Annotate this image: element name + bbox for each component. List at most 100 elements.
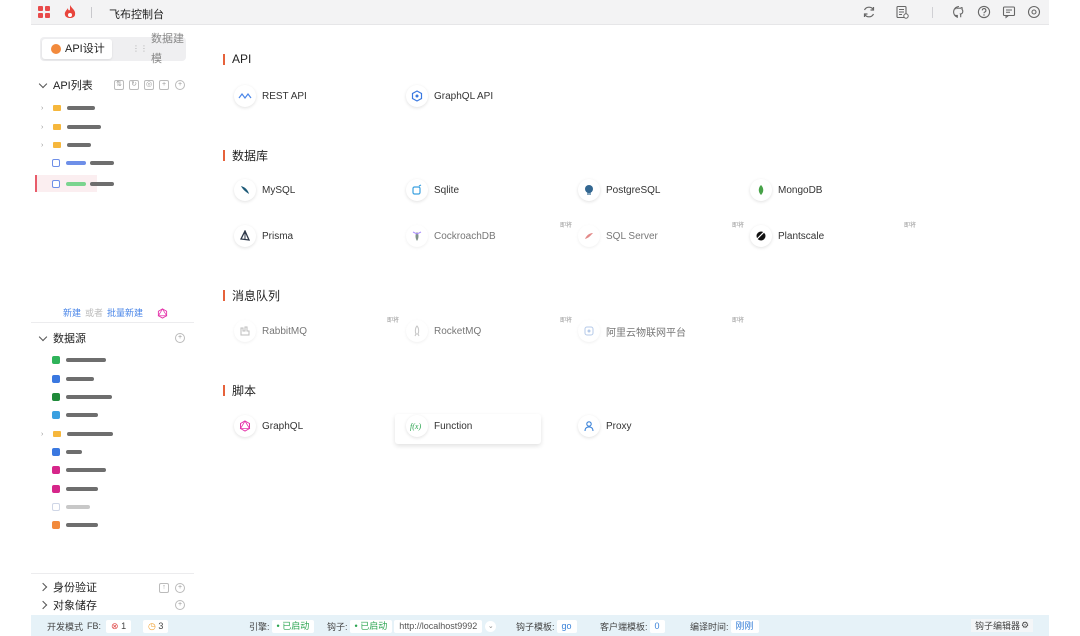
option-function[interactable]: f(x) Function bbox=[406, 413, 472, 439]
storage-header[interactable]: 对象储存 bbox=[38, 597, 97, 613]
refresh-list-icon[interactable]: ↻ bbox=[129, 80, 139, 90]
datasource-icon bbox=[52, 411, 60, 419]
tab-data-modeling[interactable]: ⋮⋮ 数据建模 bbox=[116, 33, 184, 65]
option-proxy[interactable]: Proxy bbox=[578, 413, 632, 439]
datasource-icon bbox=[52, 485, 60, 493]
option-label: Sqlite bbox=[434, 184, 460, 196]
graphql-icon[interactable] bbox=[157, 308, 168, 319]
option-label: Proxy bbox=[606, 420, 632, 432]
add-api-icon[interactable]: + bbox=[175, 80, 185, 90]
option-planetscale[interactable]: Plantscale bbox=[750, 223, 824, 249]
section-title-text: API bbox=[232, 52, 252, 66]
client-template-pill[interactable]: 0 bbox=[649, 619, 665, 633]
engine-label: 引擎: bbox=[249, 621, 270, 632]
option-label: MongoDB bbox=[778, 184, 823, 196]
dropdown-icon[interactable]: ⌄ bbox=[485, 620, 497, 632]
option-rocketmq[interactable]: RocketMQ bbox=[406, 318, 481, 344]
error-count[interactable]: ⊗ 1 bbox=[104, 619, 132, 633]
datasource-icon bbox=[52, 503, 60, 511]
datasource-icon bbox=[52, 393, 60, 401]
option-mysql[interactable]: MySQL bbox=[234, 177, 295, 203]
option-mongodb[interactable]: MongoDB bbox=[750, 177, 822, 203]
list-item[interactable] bbox=[52, 373, 94, 385]
list-item[interactable] bbox=[52, 391, 112, 403]
datasource-header[interactable]: 数据源 bbox=[38, 330, 86, 346]
window-title: 飞布控制台 bbox=[109, 9, 164, 21]
option-sqlite[interactable]: Sqlite bbox=[406, 177, 459, 203]
add-storage-icon[interactable]: + bbox=[175, 600, 185, 610]
status-dot-icon: • bbox=[354, 620, 358, 631]
cockroachdb-icon bbox=[406, 225, 428, 247]
option-cockroachdb[interactable]: CockroachDB bbox=[406, 223, 496, 249]
add-folder-icon[interactable]: + bbox=[159, 80, 169, 90]
auth-header[interactable]: 身份验证 bbox=[38, 579, 97, 595]
item-name-redacted bbox=[66, 413, 98, 417]
storage-label: 对象储存 bbox=[53, 600, 97, 612]
item-name-redacted bbox=[67, 143, 91, 147]
api-file-icon bbox=[52, 159, 60, 167]
list-item[interactable] bbox=[52, 519, 98, 531]
datasource-icon bbox=[52, 375, 60, 383]
hook-editor-label: 钩子编辑器 bbox=[975, 621, 1021, 631]
engine-status: 引擎: • 已启动 bbox=[249, 619, 315, 633]
datasource-icon bbox=[52, 466, 60, 474]
tab-api-design[interactable]: API设计 bbox=[42, 39, 112, 59]
list-item[interactable] bbox=[52, 446, 82, 458]
help-icon[interactable] bbox=[977, 5, 991, 19]
list-item[interactable]: › bbox=[41, 121, 101, 133]
hook-editor-button[interactable]: 钩子编辑器 ⚙ bbox=[971, 619, 1034, 632]
api-list-header[interactable]: API列表 bbox=[38, 77, 93, 93]
item-name-redacted bbox=[66, 487, 98, 491]
option-label: 阿里云物联网平台 bbox=[606, 327, 686, 339]
hook-template-pill[interactable]: go bbox=[556, 619, 577, 633]
warning-count[interactable]: ◷ 3 bbox=[141, 619, 169, 633]
add-datasource-icon[interactable]: + bbox=[175, 333, 185, 343]
add-auth-icon[interactable]: + bbox=[175, 583, 185, 593]
item-name-redacted bbox=[66, 468, 106, 472]
view-icon[interactable]: ◎ bbox=[144, 80, 154, 90]
list-item[interactable] bbox=[52, 409, 98, 421]
rocketmq-icon bbox=[406, 320, 428, 342]
option-graphql-api[interactable]: GraphQL API bbox=[406, 83, 493, 109]
list-item-selected[interactable] bbox=[52, 178, 114, 190]
postgresql-icon bbox=[578, 179, 600, 201]
hook-url[interactable]: http://localhost9992 bbox=[394, 619, 483, 633]
rest-api-icon bbox=[234, 85, 256, 107]
hook-template: 钩子模板: go bbox=[516, 619, 577, 633]
hook-status-pill[interactable]: • 已启动 bbox=[349, 619, 393, 633]
option-rest-api[interactable]: REST API bbox=[234, 83, 307, 109]
hook-url-value: http://localhost9992 bbox=[399, 620, 478, 631]
refresh-icon[interactable] bbox=[862, 5, 876, 19]
list-item[interactable] bbox=[52, 354, 106, 366]
message-icon[interactable] bbox=[1002, 5, 1016, 19]
upload-icon[interactable]: ↑ bbox=[159, 583, 169, 593]
list-item[interactable] bbox=[52, 483, 98, 495]
github-icon[interactable] bbox=[952, 5, 966, 19]
planetscale-icon bbox=[750, 225, 772, 247]
client-template-value: 0 bbox=[654, 620, 660, 631]
engine-status-pill[interactable]: • 已启动 bbox=[271, 619, 315, 633]
settings-icon[interactable] bbox=[1027, 5, 1041, 19]
list-item[interactable] bbox=[52, 464, 106, 476]
new-link[interactable]: 新建 bbox=[63, 306, 81, 319]
option-aliyun-iot[interactable]: 阿里云物联网平台 bbox=[578, 318, 686, 344]
batch-new-link[interactable]: 批量新建 bbox=[107, 306, 143, 319]
option-graphql-script[interactable]: GraphQL bbox=[234, 413, 303, 439]
filter-icon[interactable]: ⇅ bbox=[114, 80, 124, 90]
list-item[interactable] bbox=[52, 501, 90, 513]
list-item[interactable]: › bbox=[41, 102, 95, 114]
sidebar: API设计 ⋮⋮ 数据建模 API列表 ⇅ ↻ ◎ + + › › › 新建 或… bbox=[31, 25, 194, 615]
option-postgresql[interactable]: PostgreSQL bbox=[578, 177, 660, 203]
compile-time-value: 刚刚 bbox=[735, 620, 754, 631]
list-item[interactable]: › bbox=[41, 428, 113, 440]
option-sql-server[interactable]: SQL Server bbox=[578, 223, 658, 249]
dev-mode[interactable]: 开发模式 bbox=[47, 620, 83, 632]
option-prisma[interactable]: Prisma bbox=[234, 223, 293, 249]
list-item[interactable] bbox=[52, 157, 114, 169]
list-item[interactable]: › bbox=[41, 139, 91, 151]
log-document-icon[interactable] bbox=[895, 5, 909, 19]
client-template: 客户端模板: 0 bbox=[600, 619, 665, 633]
warning-icon: ◷ bbox=[148, 620, 156, 631]
apps-grid-icon[interactable] bbox=[38, 6, 50, 18]
option-rabbitmq[interactable]: RabbitMQ bbox=[234, 318, 307, 344]
